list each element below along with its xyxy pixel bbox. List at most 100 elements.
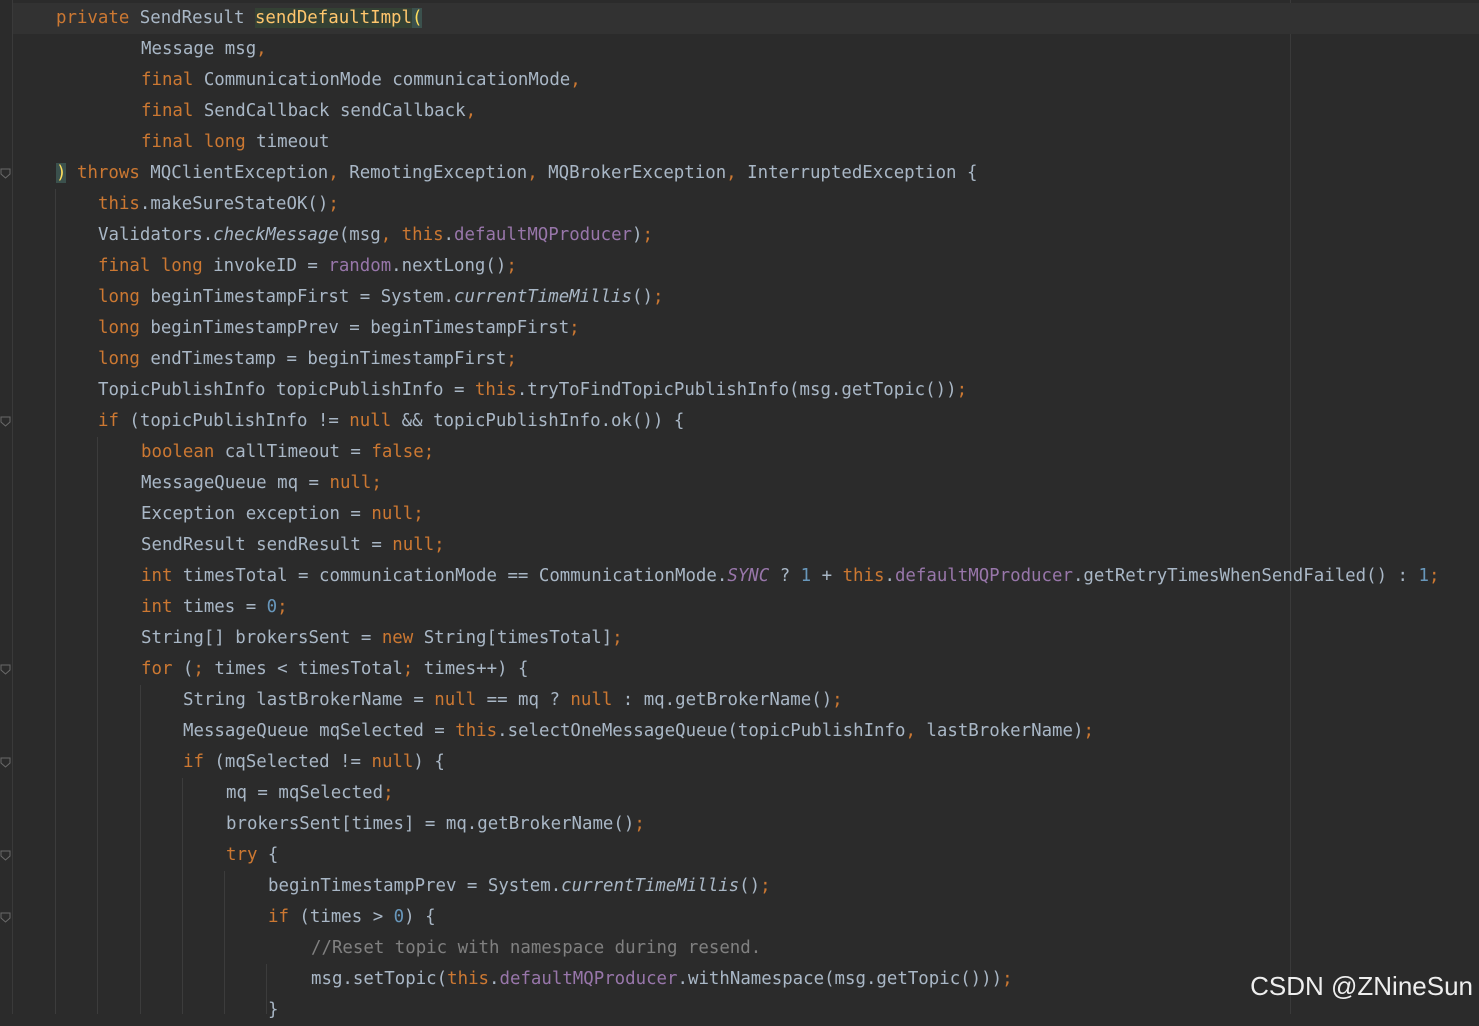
code-line[interactable]: //Reset topic with namespace during rese… [311, 933, 761, 964]
code-line[interactable]: ) throws MQClientException, RemotingExce… [56, 158, 977, 189]
code-line[interactable]: Exception exception = null; [141, 499, 424, 530]
fold-toggle-icon[interactable] [0, 850, 11, 861]
code-line[interactable]: final CommunicationMode communicationMod… [141, 65, 581, 96]
code-token: null [570, 690, 623, 710]
code-token: Validators. [98, 225, 214, 245]
code-token: //Reset topic with namespace during rese… [311, 938, 762, 958]
code-token: this [447, 969, 490, 989]
code-line[interactable]: long beginTimestampPrev = beginTimestamp… [98, 313, 580, 344]
code-token: ; [506, 256, 517, 276]
code-line[interactable]: } [268, 995, 278, 1026]
fold-toggle-icon[interactable] [0, 664, 11, 675]
code-token: random [328, 256, 392, 276]
code-token: final long [98, 256, 214, 276]
code-token: final [141, 101, 204, 121]
code-token: currentTimeMillis [561, 876, 740, 896]
code-token: ; [956, 380, 968, 400]
code-line[interactable]: final long timeout [141, 127, 329, 158]
code-token: InterruptedException { [747, 163, 978, 183]
code-token: if [268, 907, 300, 927]
code-token: invokeID = [213, 256, 329, 276]
code-token: beginTimestampPrev = beginTimestampFirst [150, 318, 570, 338]
code-token: .makeSureStateOK() [139, 194, 329, 214]
code-line[interactable]: SendResult sendResult = null; [141, 530, 445, 561]
code-token: if [183, 752, 215, 772]
code-token: try [226, 845, 268, 865]
code-line[interactable]: int timesTotal = communicationMode == Co… [141, 561, 1439, 592]
code-line[interactable]: MessageQueue mq = null; [141, 468, 382, 499]
code-token: SendResult [139, 8, 255, 28]
code-token: , [905, 721, 927, 741]
code-token: 0 [266, 597, 278, 617]
code-line[interactable]: msg.setTopic(this.defaultMQProducer.with… [311, 964, 1013, 995]
indent-guide [224, 871, 225, 1014]
code-line[interactable]: brokersSent[times] = mq.getBrokerName(); [226, 809, 645, 840]
code-token: private [56, 8, 140, 28]
code-line[interactable]: String lastBrokerName = null == mq ? nul… [183, 685, 843, 716]
fold-toggle-icon[interactable] [0, 912, 11, 923]
code-token: defaultMQProducer [454, 225, 633, 245]
code-line[interactable]: TopicPublishInfo topicPublishInfo = this… [98, 375, 967, 406]
code-token: , [256, 39, 267, 59]
code-token: MQClientException [150, 163, 329, 183]
code-token: timesTotal = communicationMode == Commun… [182, 566, 728, 586]
code-token: SendCallback sendCallback [203, 101, 466, 121]
code-token: ; [634, 814, 645, 834]
code-line[interactable]: final long invokeID = random.nextLong(); [98, 251, 517, 282]
code-token: , [380, 225, 402, 245]
code-token: checkMessage [213, 225, 339, 245]
code-token: .getRetryTimesWhenSendFailed() : [1072, 566, 1419, 586]
code-token: () [632, 287, 653, 307]
code-token: new [381, 628, 424, 648]
code-token: TopicPublishInfo topicPublishInfo = [98, 380, 475, 400]
code-token: , [570, 70, 581, 90]
code-token: ; [328, 194, 339, 214]
code-line[interactable]: String[] brokersSent = new String[timesT… [141, 623, 623, 654]
code-token: . [443, 225, 455, 245]
code-token: : mq.getBrokerName() [622, 690, 833, 710]
code-token: null [349, 411, 402, 431]
code-line[interactable]: if (mqSelected != null) { [183, 747, 445, 778]
fold-toggle-icon[interactable] [0, 757, 11, 768]
fold-toggle-icon[interactable] [0, 416, 11, 427]
code-line[interactable]: this.makeSureStateOK(); [98, 189, 339, 220]
code-token: long [98, 318, 151, 338]
code-line[interactable]: MessageQueue mqSelected = this.selectOne… [183, 716, 1094, 747]
code-line[interactable]: mq = mqSelected; [226, 778, 394, 809]
code-token: ) { [404, 907, 436, 927]
code-line[interactable]: try { [226, 840, 278, 871]
code-token: long [98, 349, 151, 369]
watermark: CSDN @ZNineSun [1250, 971, 1473, 1001]
code-token: ( [412, 8, 423, 28]
indent-guide [182, 778, 183, 1014]
code-line[interactable]: boolean callTimeout = false; [141, 437, 434, 468]
code-line[interactable]: private SendResult sendDefaultImpl( [56, 3, 423, 34]
code-line[interactable]: beginTimestampPrev = System.currentTimeM… [268, 871, 771, 902]
code-line[interactable]: Message msg, [141, 34, 267, 65]
code-token: .nextLong() [391, 256, 507, 276]
code-token: { [267, 845, 279, 865]
code-line[interactable]: if (topicPublishInfo != null && topicPub… [98, 406, 684, 437]
code-token: ) [56, 163, 67, 183]
code-token: null [434, 690, 487, 710]
code-token: long [98, 287, 151, 307]
code-line[interactable]: int times = 0; [141, 592, 288, 623]
code-token: false; [371, 442, 435, 462]
fold-toggle-icon[interactable] [0, 168, 11, 179]
code-editor[interactable]: private SendResult sendDefaultImpl(Messa… [0, 0, 1479, 1020]
code-token: MessageQueue mq = [141, 473, 330, 493]
code-token: null; [392, 535, 445, 555]
code-token: times = [182, 597, 267, 617]
code-line[interactable]: Validators.checkMessage(msg, this.defaul… [98, 220, 653, 251]
code-line[interactable]: final SendCallback sendCallback, [141, 96, 476, 127]
code-token: ; [612, 628, 623, 648]
code-line[interactable]: if (times > 0) { [268, 902, 436, 933]
editor-gutter[interactable] [0, 0, 13, 1014]
code-token: CommunicationMode communicationMode [203, 70, 571, 90]
code-line[interactable]: long endTimestamp = beginTimestampFirst; [98, 344, 517, 375]
code-line[interactable]: long beginTimestampFirst = System.curren… [98, 282, 663, 313]
code-token: . [489, 969, 500, 989]
code-token: SendResult sendResult = [141, 535, 393, 555]
code-line[interactable]: for (; times < timesTotal; times++) { [141, 654, 528, 685]
code-token: throws [76, 163, 151, 183]
